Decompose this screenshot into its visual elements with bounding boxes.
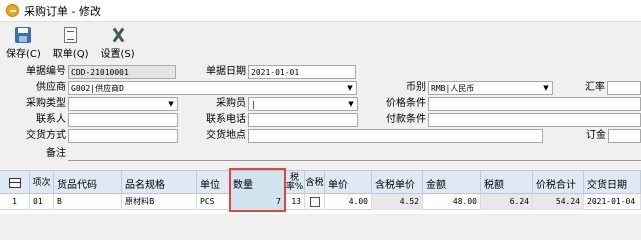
row-number: 1: [0, 194, 30, 210]
currency-value: RMB|人民币: [431, 84, 475, 93]
grid-icon: [8, 178, 21, 188]
delivery-method-field[interactable]: [68, 129, 178, 143]
cell-total[interactable]: 54.24: [533, 194, 584, 210]
order-date-field[interactable]: 2021-01-01: [248, 65, 356, 79]
remark-field[interactable]: [68, 147, 641, 161]
contact-field[interactable]: [68, 113, 178, 127]
cell-qty[interactable]: 7: [230, 194, 285, 210]
header-seq[interactable]: 项次: [30, 171, 54, 195]
header-qty[interactable]: 数量: [230, 171, 285, 195]
buyer-field[interactable]: | ▼: [248, 97, 358, 111]
order-no-field[interactable]: CDD-21010001: [68, 65, 176, 79]
phone-label: 联系电话: [206, 114, 246, 125]
grid-header: 项次 货品代码 品名规格 单位 数量 税率% 含税 单价 含税单价 金额 税额 …: [0, 170, 641, 195]
buyer-value: |: [251, 100, 256, 109]
purchase-type-field[interactable]: ▼: [68, 97, 178, 111]
header-tax[interactable]: 税额: [481, 171, 533, 195]
cell-amount[interactable]: 48.00: [423, 194, 481, 210]
chevron-down-icon[interactable]: ▼: [345, 83, 355, 93]
order-date-label: 单据日期: [206, 66, 246, 77]
order-header-form: 单据编号 CDD-21010001 单据日期 2021-01-01 供应商 G0…: [0, 62, 641, 168]
purchase-type-label: 采购类型: [26, 98, 66, 109]
header-spec[interactable]: 品名规格: [122, 171, 197, 195]
cell-delivery-date[interactable]: 2021-01-04: [584, 194, 641, 210]
supplier-value: G002|供应商D: [71, 84, 124, 93]
header-unit[interactable]: 单位: [197, 171, 230, 195]
app-icon: [6, 4, 19, 17]
supplier-label: 供应商: [36, 82, 66, 93]
document-icon: [64, 27, 78, 43]
payment-terms-field[interactable]: [428, 113, 641, 127]
title-bar: 采购订单 - 修改: [0, 0, 641, 22]
delivery-place-label: 交货地点: [206, 130, 246, 141]
chevron-down-icon[interactable]: ▼: [346, 99, 356, 109]
save-button[interactable]: 保存(C): [0, 22, 47, 60]
cell-code[interactable]: B: [54, 194, 122, 210]
header-price[interactable]: 单价: [325, 171, 372, 195]
rate-label: 汇率: [585, 82, 605, 93]
header-code[interactable]: 货品代码: [54, 171, 122, 195]
payment-terms-label: 付款条件: [386, 114, 426, 125]
currency-label: 币别: [406, 82, 426, 93]
window-title: 采购订单 - 修改: [24, 4, 101, 18]
cancel-label: 取单(Q): [52, 49, 89, 60]
remark-label: 备注: [46, 148, 66, 159]
cancel-button[interactable]: 取单(Q): [47, 22, 95, 60]
delivery-method-label: 交货方式: [26, 130, 66, 141]
cell-seq[interactable]: 01: [30, 194, 54, 210]
supplier-field[interactable]: G002|供应商D ▼: [68, 81, 357, 95]
chevron-down-icon[interactable]: ▼: [166, 99, 176, 109]
cell-tax[interactable]: 6.24: [481, 194, 533, 210]
currency-field[interactable]: RMB|人民币 ▼: [428, 81, 553, 95]
header-tax-incl[interactable]: 含税: [305, 171, 325, 195]
contact-label: 联系人: [36, 114, 66, 125]
header-delivery-date[interactable]: 交货日期: [584, 171, 641, 195]
rate-field[interactable]: [607, 81, 641, 95]
grid-settings-cell[interactable]: [0, 171, 30, 195]
delivery-place-field[interactable]: [248, 129, 543, 143]
chevron-down-icon[interactable]: ▼: [541, 83, 551, 93]
table-row[interactable]: 1 01 B 原材料B PCS 7 13 4.00 4.52 48.00 6.2…: [0, 194, 641, 210]
buyer-label: 采购员: [216, 98, 246, 109]
tools-icon: [110, 27, 126, 43]
tax-included-checkbox[interactable]: [309, 196, 320, 207]
deposit-label: 订金: [586, 130, 606, 141]
cell-unit[interactable]: PCS: [197, 194, 230, 210]
header-amount[interactable]: 金额: [423, 171, 481, 195]
settings-label: 设置(S): [100, 49, 135, 60]
header-tax-rate[interactable]: 税率%: [285, 171, 305, 195]
save-icon: [15, 27, 32, 43]
settings-button[interactable]: 设置(S): [94, 22, 140, 60]
header-tax-price[interactable]: 含税单价: [372, 171, 423, 195]
cell-tax-incl[interactable]: [305, 194, 325, 210]
phone-field[interactable]: [248, 113, 358, 127]
order-no-label: 单据编号: [26, 66, 66, 77]
save-label: 保存(C): [6, 49, 41, 60]
price-terms-field[interactable]: [428, 97, 641, 111]
deposit-field[interactable]: [608, 129, 641, 143]
order-lines-grid: 项次 货品代码 品名规格 单位 数量 税率% 含税 单价 含税单价 金额 税额 …: [0, 170, 641, 214]
cell-tax-price[interactable]: 4.52: [372, 194, 423, 210]
toolbar: 保存(C) 取单(Q) 设置(S): [0, 22, 641, 62]
header-total[interactable]: 价税合计: [533, 171, 584, 195]
price-terms-label: 价格条件: [386, 98, 426, 109]
cell-spec[interactable]: 原材料B: [122, 194, 197, 210]
cell-tax-rate[interactable]: 13: [285, 194, 305, 210]
cell-price[interactable]: 4.00: [325, 194, 372, 210]
